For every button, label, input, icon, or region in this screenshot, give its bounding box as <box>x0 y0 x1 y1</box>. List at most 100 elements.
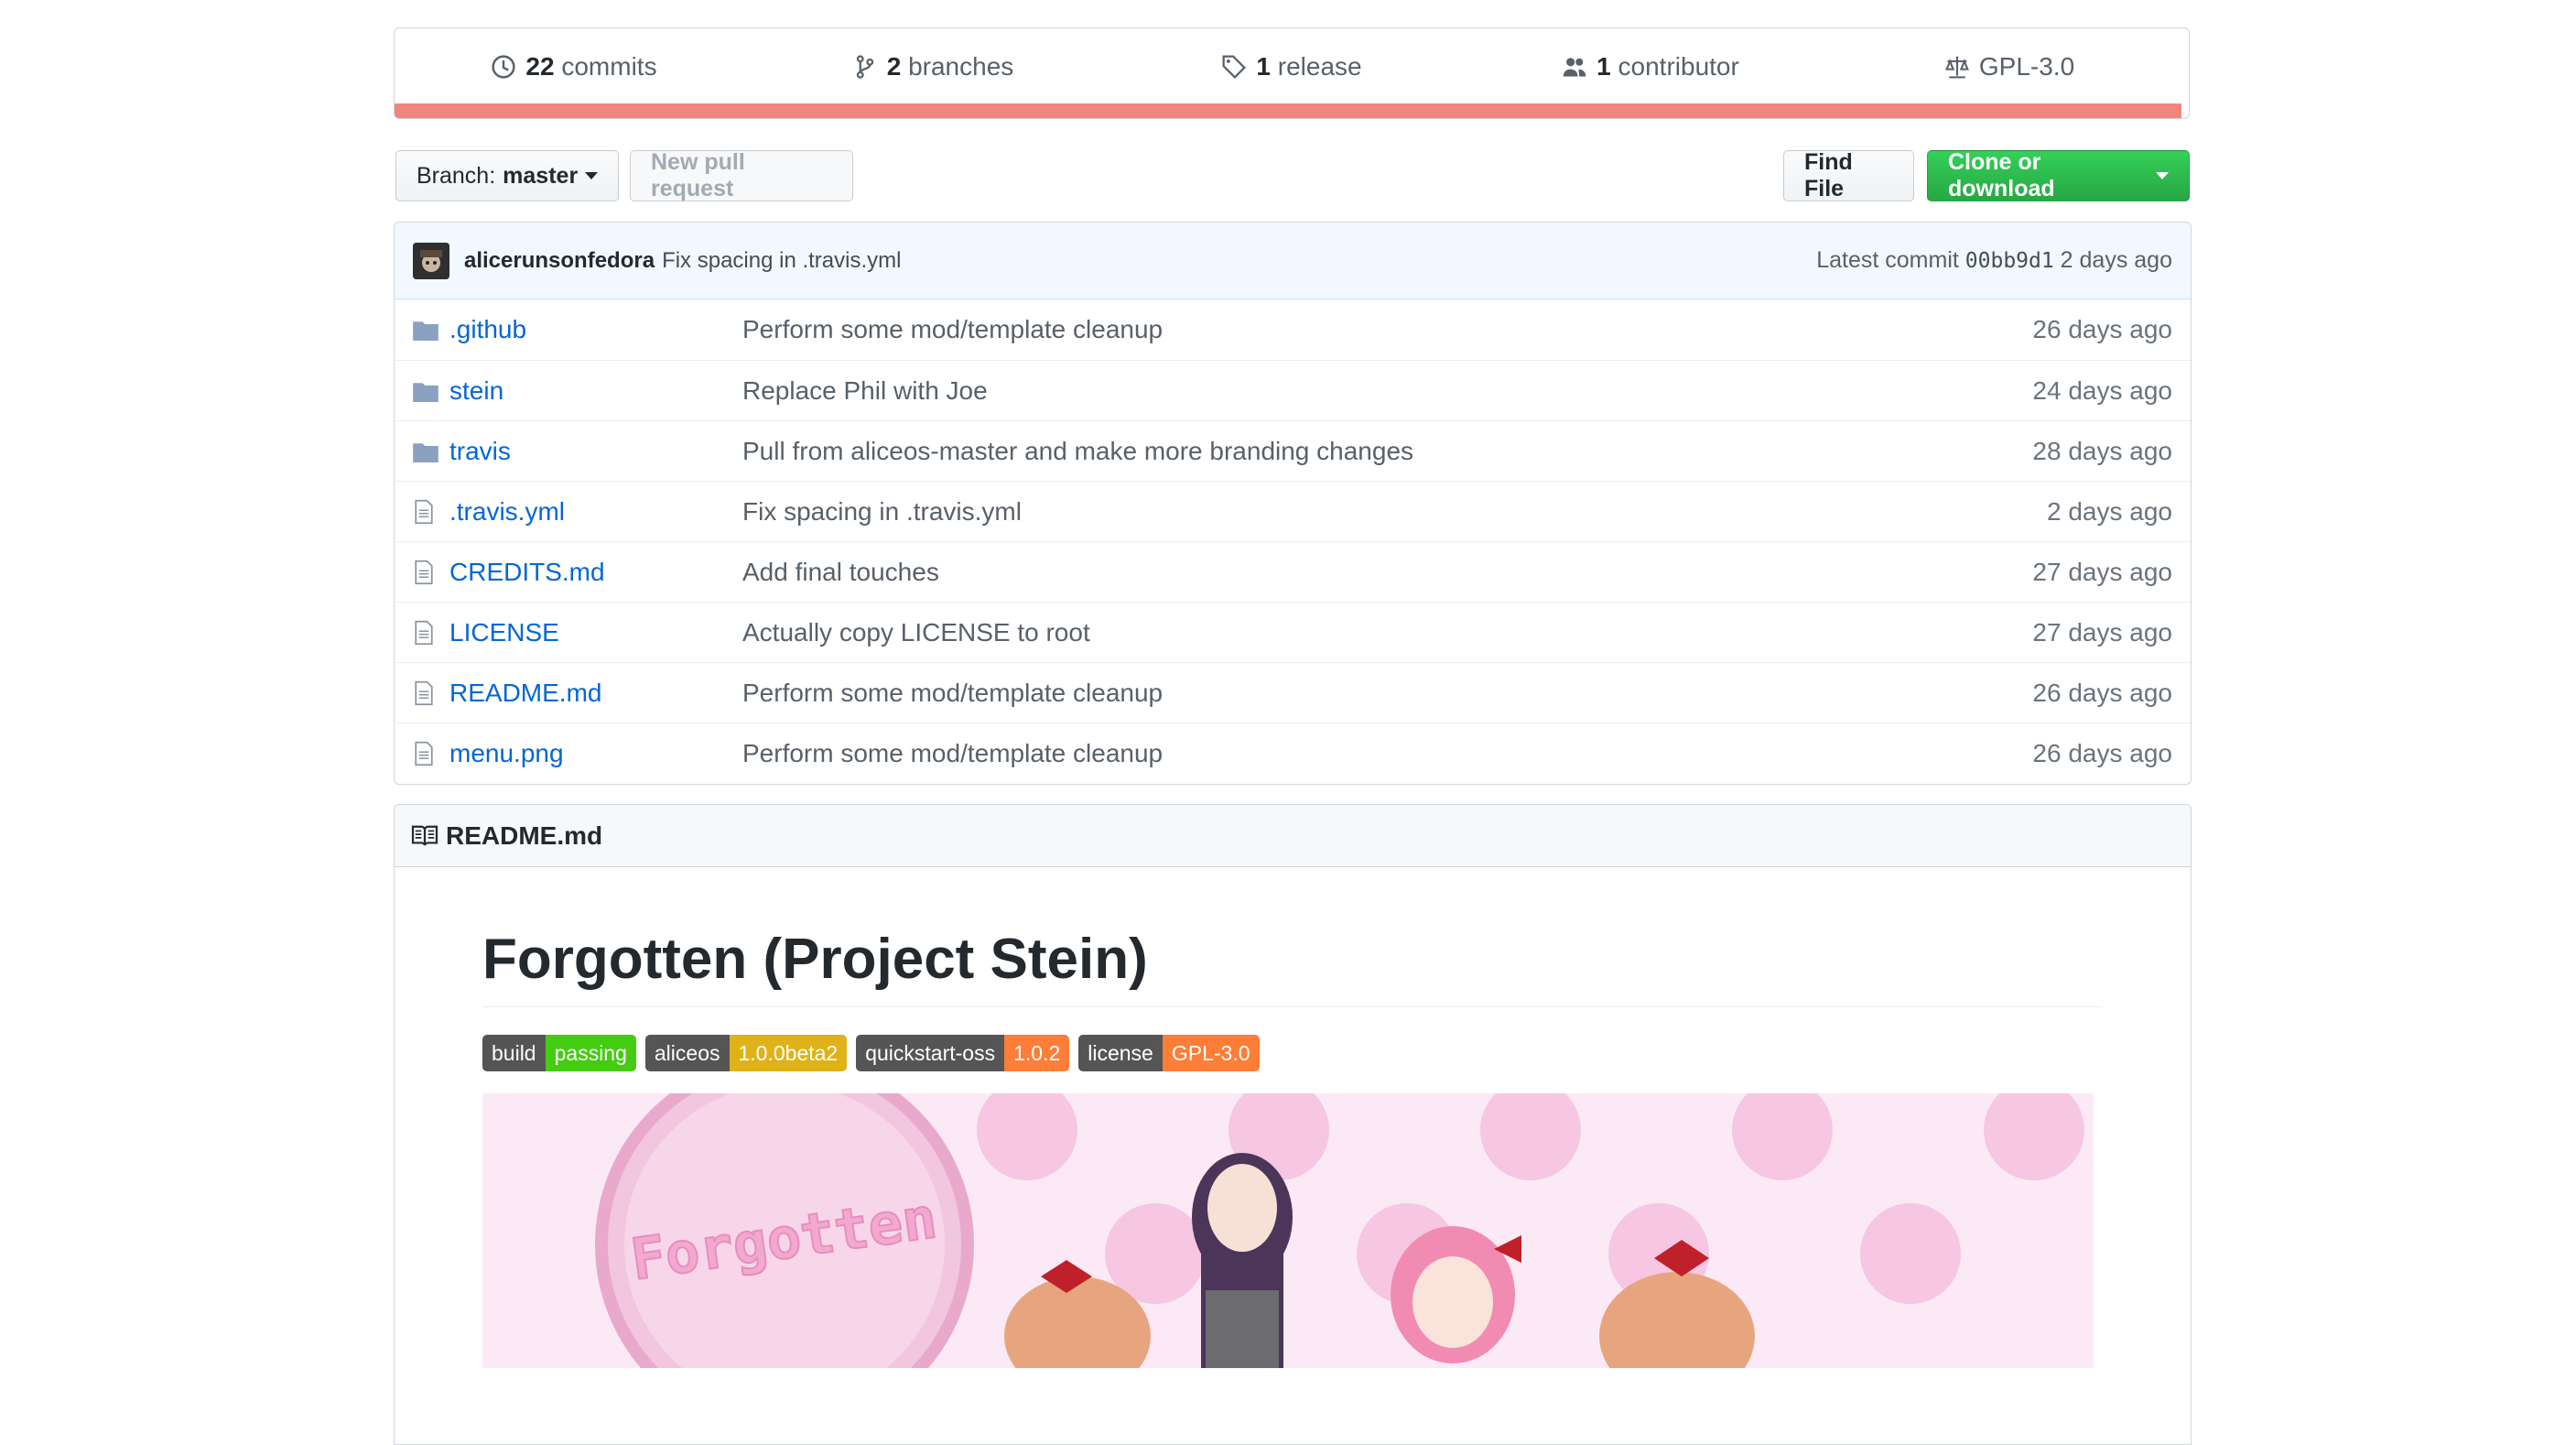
badge-value: 1.0.0beta2 <box>729 1035 848 1072</box>
people-icon <box>1563 58 1586 77</box>
latest-commit-prefix: Latest commit <box>1816 247 1959 273</box>
folder-icon <box>413 317 440 342</box>
file-icon <box>413 560 440 585</box>
badge-value: GPL-3.0 <box>1162 1035 1260 1072</box>
folder-icon <box>413 378 440 404</box>
readme-panel: README.md Forgotten (Project Stein) buil… <box>394 804 2192 1445</box>
badge-value: 1.0.2 <box>1004 1035 1070 1072</box>
badge-label: quickstart-oss <box>856 1035 1005 1072</box>
file-name-link[interactable]: travis <box>449 437 742 466</box>
file-age: 26 days ago <box>2032 315 2172 343</box>
readme-filename: README.md <box>446 820 603 850</box>
branch-prefix: Branch: <box>417 162 496 189</box>
file-row[interactable]: .travis.yml Fix spacing in .travis.yml 2 d… <box>395 481 2191 541</box>
file-age: 28 days ago <box>2032 436 2172 465</box>
commit-author-link[interactable]: alicerunsonfedora <box>464 248 655 274</box>
file-age: 24 days ago <box>2032 375 2172 405</box>
badge-label: aliceos <box>644 1035 730 1072</box>
branch-name: master <box>503 162 579 189</box>
file-row[interactable]: CREDITS.md Add final touches 27 days ago <box>395 541 2191 602</box>
releases-count: 1 <box>1256 52 1271 81</box>
new-pull-request-button[interactable]: New pull request <box>630 149 853 201</box>
file-name-link[interactable]: .travis.yml <box>449 497 742 527</box>
badge-label: build <box>482 1035 546 1072</box>
repo-summary: 22 commits 2 branches 1 release 1 contri… <box>394 27 2190 119</box>
history-icon <box>492 55 516 79</box>
contributors-link[interactable]: 1 contributor <box>1471 52 1830 81</box>
commit-message-link[interactable]: Fix spacing in .travis.yml <box>662 248 901 274</box>
file-name-link[interactable]: CREDITS.md <box>449 558 742 587</box>
clone-or-download-button[interactable]: Clone or download <box>1927 149 2190 201</box>
file-age: 27 days ago <box>2032 617 2172 646</box>
clone-label: Clone or download <box>1948 149 2055 201</box>
releases-label: release <box>1277 52 1362 81</box>
file-navigation: Branch: master New pull request Find Fil… <box>394 149 2192 203</box>
caret-down-icon <box>2156 172 2169 179</box>
license-link[interactable]: GPL-3.0 <box>1830 52 2189 81</box>
file-commit-message-link[interactable]: Perform some mod/template cleanup <box>742 315 2032 344</box>
readme-body: Forgotten (Project Stein) build passing al… <box>395 867 2191 1369</box>
file-age: 27 days ago <box>2032 557 2172 586</box>
badge-license[interactable]: license GPL-3.0 <box>1078 1035 1260 1072</box>
file-row[interactable]: stein Replace Phil with Joe 24 days ago <box>395 360 2191 420</box>
file-icon <box>413 499 440 525</box>
commit-sha-link[interactable]: 00bb9d1 <box>1965 249 2054 273</box>
file-list: alicerunsonfedora Fix spacing in .travis… <box>394 222 2192 785</box>
badge-quickstart-oss[interactable]: quickstart-oss 1.0.2 <box>856 1035 1070 1072</box>
file-age: 2 days ago <box>2047 496 2172 526</box>
file-age: 26 days ago <box>2032 678 2172 707</box>
license-label: GPL-3.0 <box>1978 52 2075 81</box>
branch-select-button[interactable]: Branch: master <box>395 150 619 201</box>
file-row[interactable]: travis Pull from aliceos-master and make … <box>395 420 2191 481</box>
file-row[interactable]: menu.png Perform some mod/template cleanu… <box>395 722 2191 783</box>
file-name-link[interactable]: .github <box>449 315 742 344</box>
file-commit-message-link[interactable]: Pull from aliceos-master and make more b… <box>742 437 2032 466</box>
file-commit-message-link[interactable]: Add final touches <box>742 558 2032 587</box>
badge-aliceos[interactable]: aliceos 1.0.0beta2 <box>644 1035 848 1072</box>
badge-label: license <box>1078 1035 1163 1072</box>
file-commit-message-link[interactable]: Perform some mod/template cleanup <box>742 679 2032 708</box>
menu-banner-image: Forgotten <box>482 1093 2094 1369</box>
tag-icon <box>1222 55 1247 79</box>
latest-commit-info: Latest commit 00bb9d1 2 days ago <box>1816 247 2172 274</box>
badge-row: build passing aliceos 1.0.0beta2 quickstart-… <box>482 1035 2103 1072</box>
badge-build[interactable]: build passing <box>482 1035 636 1072</box>
folder-icon <box>413 439 440 464</box>
file-row[interactable]: README.md Perform some mod/template clean… <box>395 662 2191 722</box>
language-bar[interactable] <box>395 103 2181 118</box>
releases-link[interactable]: 1 release <box>1112 52 1471 81</box>
contributors-count: 1 <box>1596 52 1611 81</box>
file-name-link[interactable]: README.md <box>449 679 742 708</box>
law-icon <box>1944 56 1969 79</box>
file-icon <box>413 620 440 646</box>
caret-down-icon <box>585 172 599 179</box>
file-name-link[interactable]: stein <box>449 376 742 406</box>
readme-header: README.md <box>395 805 2191 867</box>
branches-label: branches <box>908 52 1014 81</box>
commits-label: commits <box>561 52 657 81</box>
branch-icon <box>856 55 873 79</box>
branches-link[interactable]: 2 branches <box>753 52 1112 81</box>
avatar[interactable] <box>413 242 449 279</box>
book-icon <box>411 825 438 845</box>
commits-count: 22 <box>525 52 555 81</box>
file-rows: .github Perform some mod/template cleanup… <box>395 299 2191 783</box>
commit-age: 2 days ago <box>2060 247 2172 273</box>
file-row[interactable]: LICENSE Actually copy LICENSE to root 27 d… <box>395 602 2191 662</box>
commits-link[interactable]: 22 commits <box>395 52 753 81</box>
file-name-link[interactable]: LICENSE <box>449 618 742 647</box>
file-commit-message-link[interactable]: Actually copy LICENSE to root <box>742 618 2032 647</box>
file-commit-message-link[interactable]: Replace Phil with Joe <box>742 376 2032 406</box>
file-age: 26 days ago <box>2032 738 2172 767</box>
file-name-link[interactable]: menu.png <box>449 739 742 768</box>
contributors-label: contributor <box>1618 52 1739 81</box>
file-commit-message-link[interactable]: Fix spacing in .travis.yml <box>742 497 2047 527</box>
file-row[interactable]: .github Perform some mod/template cleanup… <box>395 299 2191 360</box>
file-icon <box>413 680 440 706</box>
file-commit-message-link[interactable]: Perform some mod/template cleanup <box>742 739 2032 768</box>
find-file-button[interactable]: Find File <box>1783 149 1914 201</box>
readme-title: Forgotten (Project Stein) <box>482 867 2103 1008</box>
branches-count: 2 <box>886 52 902 81</box>
file-icon <box>413 741 440 766</box>
badge-value: passing <box>545 1035 636 1072</box>
